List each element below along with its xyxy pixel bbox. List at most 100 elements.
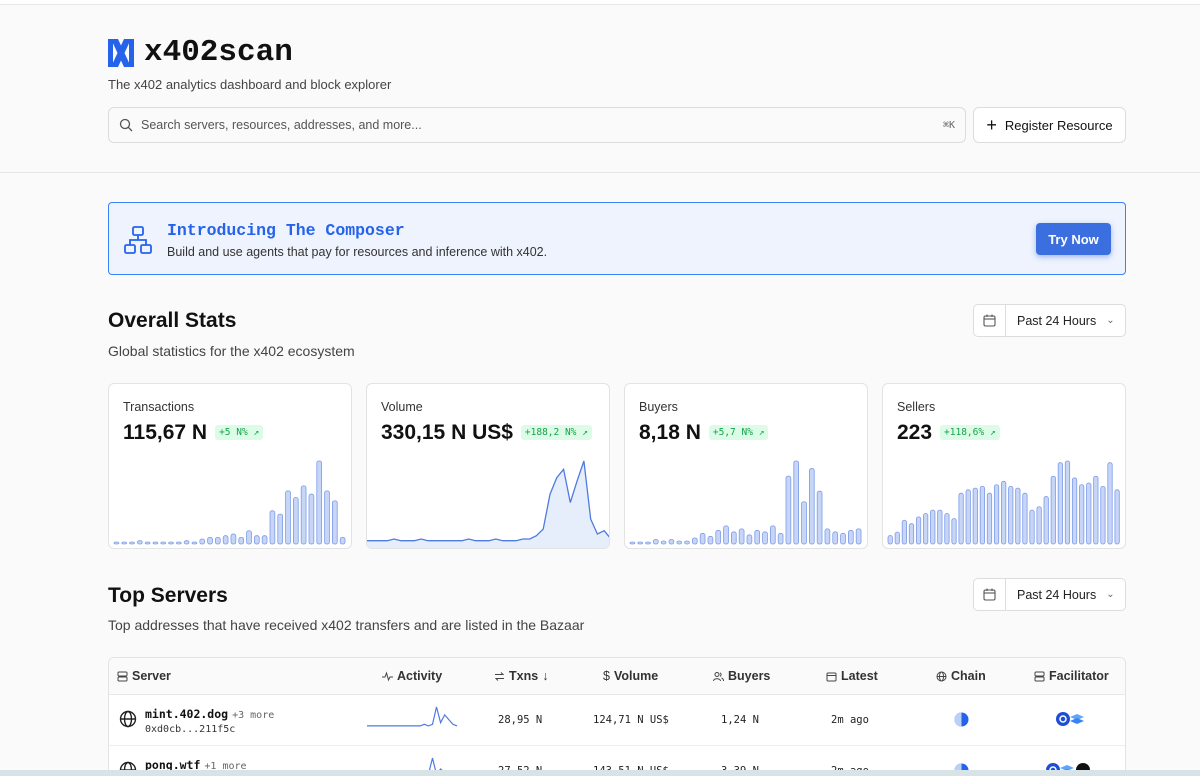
activity-sparkline: [367, 706, 458, 727]
chart-bar: [160, 541, 167, 545]
search-shortcut: ⌘K: [942, 119, 955, 131]
chart-bar: [979, 486, 985, 545]
chart-bar: [668, 539, 675, 545]
stat-label: Volume: [381, 400, 423, 414]
chart-bar: [1029, 509, 1035, 545]
brand[interactable]: x402scan: [108, 35, 293, 70]
chart-bar: [699, 533, 706, 545]
column-volume[interactable]: $ Volume: [603, 669, 658, 683]
server-address[interactable]: 0xd0cb...211f5c: [145, 724, 235, 735]
chart-bar: [707, 536, 714, 545]
stat-chart: [887, 460, 1120, 545]
chart-bar: [129, 541, 135, 545]
stat-chart: [367, 460, 609, 548]
base-chain-icon: [954, 712, 969, 727]
globe-icon: [936, 671, 947, 681]
chart-bar: [785, 475, 792, 545]
transfer-icon: [494, 671, 505, 681]
overall-stats-subtitle: Global statistics for the x402 ecosystem: [108, 343, 355, 359]
chart-bar: [253, 535, 260, 545]
stat-card-transactions[interactable]: Transactions 115,67 N +5 N% ↗: [108, 383, 352, 549]
chart-bar: [1036, 506, 1042, 545]
chart-bar: [277, 513, 284, 545]
search-placeholder: Search servers, resources, addresses, an…: [141, 118, 422, 132]
chart-bar: [1050, 475, 1056, 545]
stat-label: Sellers: [897, 400, 936, 414]
chart-bar: [901, 519, 907, 545]
stat-card-volume[interactable]: Volume 330,15 N US$ +188,2 N% ↗: [366, 383, 610, 549]
chevron-down-icon: ⌄: [1106, 589, 1115, 600]
chart-bar: [1001, 480, 1007, 545]
chart-bar: [723, 525, 729, 545]
chart-bar: [832, 531, 839, 545]
chart-bar: [300, 485, 307, 545]
chart-bar: [207, 536, 213, 545]
server-name[interactable]: mint.402.dog: [145, 707, 228, 721]
stat-delta: +5,7 N% ↗: [708, 425, 769, 440]
column-activity[interactable]: Activity: [382, 669, 442, 683]
chart-bar: [168, 541, 174, 545]
register-resource-label: Register Resource: [1004, 117, 1113, 133]
volume-cell: 124,71 N US$: [593, 714, 669, 726]
stat-card-sellers[interactable]: Sellers 223 +118,6% ↗: [882, 383, 1126, 549]
chart-bar: [238, 536, 245, 545]
stat-delta: +188,2 N% ↗: [520, 425, 592, 440]
server-more[interactable]: +3 more: [232, 710, 274, 721]
stat-card-buyers[interactable]: Buyers 8,18 N +5,7 N% ↗: [624, 383, 868, 549]
column-latest[interactable]: Latest: [826, 669, 878, 683]
chart-bar: [986, 492, 993, 545]
server-icon: [1034, 671, 1045, 681]
workflow-icon: [124, 226, 152, 254]
column-facilitator[interactable]: Facilitator: [1034, 669, 1109, 683]
search-input[interactable]: Search servers, resources, addresses, an…: [108, 107, 966, 143]
chart-bar: [292, 497, 299, 545]
chart-bar: [958, 492, 964, 545]
chart-bar: [684, 540, 690, 545]
chart-bar: [824, 528, 831, 545]
chart-bar: [1100, 486, 1106, 545]
banner-subtitle: Build and use agents that pay for resour…: [167, 245, 548, 259]
stat-chart: [629, 460, 862, 545]
chart-bar: [176, 541, 182, 545]
chart-bar: [777, 533, 784, 545]
column-buyers[interactable]: Buyers: [713, 669, 770, 683]
column-server[interactable]: Server: [117, 669, 171, 683]
table-row[interactable]: mint.402.dog +3 more 0xd0cb...211f5c 28,9…: [109, 695, 1125, 746]
buyers-cell: 1,24 N: [721, 714, 759, 726]
overall-range-select[interactable]: Past 24 Hours ⌄: [973, 304, 1126, 337]
x402-logo-icon: [108, 38, 134, 67]
chart-bar: [769, 525, 776, 545]
chart-bar: [1086, 482, 1092, 545]
plus-icon: +: [986, 115, 997, 135]
chart-bar: [645, 541, 651, 545]
sort-desc-icon: ↓: [542, 669, 549, 683]
overall-stats-title: Overall Stats: [108, 309, 237, 332]
column-chain[interactable]: Chain: [936, 669, 986, 683]
chart-bar: [944, 513, 950, 545]
site-header: x402scan The x402 analytics dashboard an…: [0, 5, 1200, 173]
column-txns[interactable]: Txns ↓: [494, 669, 548, 683]
chart-bar: [191, 541, 198, 545]
chart-bar: [261, 535, 268, 545]
chart-bar: [222, 535, 229, 545]
chart-bar: [840, 533, 846, 545]
chart-bar: [847, 530, 854, 545]
stat-chart: [113, 460, 346, 545]
chart-area: [367, 461, 609, 548]
latest-cell: 2m ago: [831, 714, 869, 726]
top-servers-table: Server Activity Txns ↓ $ Volume Buyers La…: [108, 657, 1126, 776]
table-header: Server Activity Txns ↓ $ Volume Buyers La…: [109, 658, 1125, 695]
chart-bar: [324, 490, 330, 545]
chart-bar: [676, 540, 683, 545]
stat-label: Transactions: [123, 400, 195, 414]
sparkline-path: [367, 706, 458, 727]
stat-label: Buyers: [639, 400, 678, 414]
users-icon: [713, 671, 724, 681]
chart-bar: [692, 537, 698, 545]
try-now-button[interactable]: Try Now: [1036, 223, 1111, 255]
chart-bar: [199, 538, 206, 545]
register-resource-button[interactable]: + Register Resource: [973, 107, 1126, 143]
chart-bar: [915, 516, 922, 545]
servers-range-select[interactable]: Past 24 Hours ⌄: [973, 578, 1126, 611]
overall-range-label: Past 24 Hours: [1017, 313, 1097, 328]
